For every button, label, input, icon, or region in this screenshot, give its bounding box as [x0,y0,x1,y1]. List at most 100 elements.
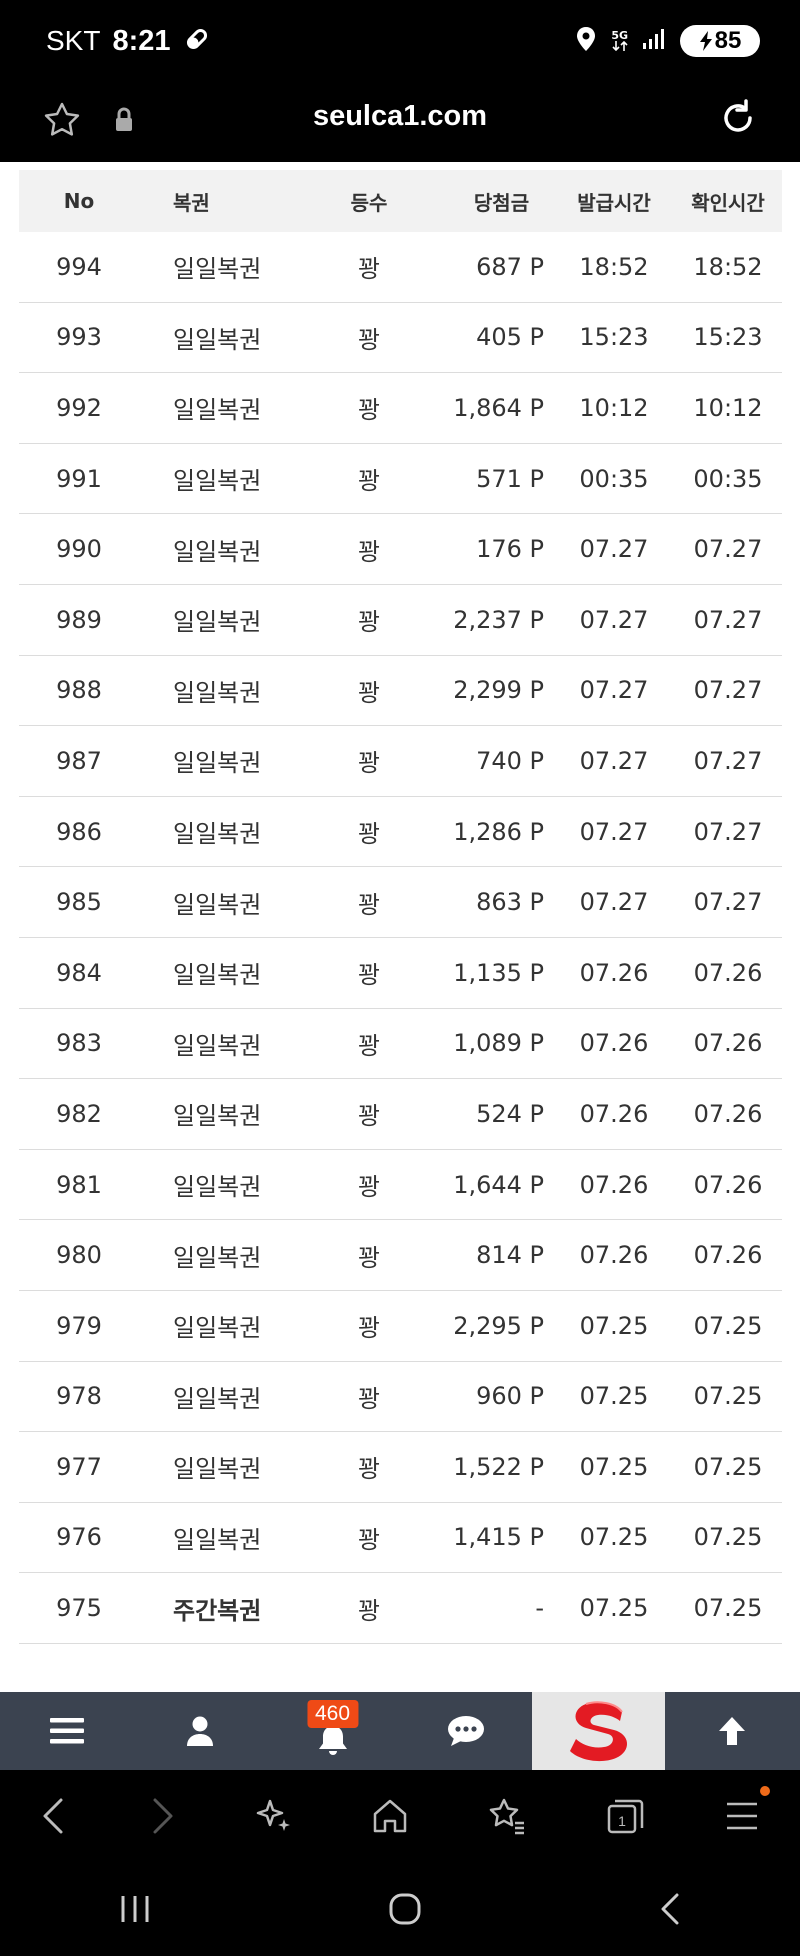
cell-no: 980 [56,1241,102,1270]
cell-lottery-name: 일일복권 [173,255,262,284]
cell-lottery-name: 일일복권 [173,749,262,778]
table-row: 977 일일복권 꽝 1,522 P 07.25 07.25 [19,1432,782,1503]
url-text[interactable]: seulca1.com [0,100,800,133]
scroll-top-button[interactable] [665,1692,798,1770]
notifications-button[interactable]: 460 [266,1692,399,1770]
cell-issued-time: 07.26 [579,1099,649,1128]
network-type: 5G [611,30,628,53]
cell-prize: 2,295 P [453,1311,544,1340]
cell-no: 982 [56,1099,102,1128]
cell-no: 975 [56,1594,102,1623]
site-logo-button[interactable] [532,1692,665,1770]
table-row: 993 일일복권 꽝 405 P 15:23 15:23 [19,303,782,374]
table-row: 985 일일복권 꽝 863 P 07.27 07.27 [19,867,782,938]
cell-lottery-name: 일일복권 [173,1314,262,1343]
menu-notification-dot [760,1786,770,1796]
cell-checked-time: 18:52 [693,252,763,281]
cell-lottery-name: 일일복권 [173,1525,262,1554]
address-bar: seulca1.com [0,82,800,162]
bell-icon [318,1726,347,1755]
cell-no: 989 [56,605,102,634]
cell-rank: 꽝 [357,749,381,778]
cell-checked-time: 07.25 [693,1452,763,1481]
system-back-icon[interactable] [655,1889,685,1933]
cell-issued-time: 07.26 [579,1029,649,1058]
cell-issued-time: 07.27 [579,676,649,705]
table-row: 981 일일복권 꽝 1,644 P 07.26 07.26 [19,1150,782,1221]
cell-no: 990 [56,535,102,564]
cell-checked-time: 07.26 [693,1099,763,1128]
table-row: 991 일일복권 꽝 571 P 00:35 00:35 [19,444,782,515]
cell-prize: 960 P [476,1382,544,1411]
profile-button[interactable] [133,1692,266,1770]
cell-checked-time: 07.27 [693,817,763,846]
home-icon[interactable] [371,1797,409,1839]
recent-apps-icon[interactable] [115,1892,155,1930]
carrier-label: SKT [46,25,101,56]
browser-menu-icon[interactable] [723,1799,761,1837]
cell-rank: 꽝 [357,961,381,990]
cell-prize: 1,135 P [453,958,544,987]
cell-prize: 1,415 P [453,1523,544,1552]
system-home-icon[interactable] [385,1889,425,1933]
cell-issued-time: 07.27 [579,746,649,775]
cell-prize: - [535,1594,544,1623]
cell-prize: 1,089 P [453,1029,544,1058]
back-icon[interactable] [39,1796,69,1840]
bookmarks-icon[interactable] [487,1797,527,1839]
cell-lottery-name: 일일복권 [173,678,262,707]
reload-icon[interactable] [716,96,760,144]
cell-issued-time: 15:23 [579,323,649,352]
sparkle-icon[interactable] [255,1797,293,1839]
chat-button[interactable] [399,1692,532,1770]
header-no: No [63,189,95,213]
status-bar: SKT 8:21 5G 85 [0,0,800,82]
cell-checked-time: 07.27 [693,535,763,564]
forward-icon[interactable] [147,1796,177,1840]
cell-no: 977 [56,1452,102,1481]
cell-issued-time: 07.25 [579,1452,649,1481]
menu-button[interactable] [0,1692,133,1770]
cell-prize: 863 P [476,888,544,917]
table-row: 982 일일복권 꽝 524 P 07.26 07.26 [19,1079,782,1150]
cell-rank: 꽝 [357,1173,381,1202]
table-row: 979 일일복권 꽝 2,295 P 07.25 07.25 [19,1291,782,1362]
cell-lottery-name: 일일복권 [173,1384,262,1413]
cell-checked-time: 07.27 [693,605,763,634]
cell-issued-time: 07.26 [579,958,649,987]
chat-icon [447,1716,484,1746]
cell-checked-time: 07.26 [693,1029,763,1058]
cell-rank: 꽝 [357,396,381,425]
cell-no: 984 [56,958,102,987]
cell-rank: 꽝 [357,1525,381,1554]
table-row: 976 일일복권 꽝 1,415 P 07.25 07.25 [19,1503,782,1574]
cell-prize: 814 P [476,1241,544,1270]
menu-icon [49,1718,84,1744]
cell-issued-time: 07.27 [579,888,649,917]
cell-issued-time: 07.25 [579,1382,649,1411]
tabs-icon[interactable]: 1 [605,1797,645,1839]
table-row: 992 일일복권 꽝 1,864 P 10:12 10:12 [19,373,782,444]
cell-issued-time: 07.25 [579,1311,649,1340]
site-bottom-nav: 460 [0,1692,800,1770]
cell-prize: 2,237 P [453,605,544,634]
cell-checked-time: 15:23 [693,323,763,352]
cell-prize: 524 P [476,1099,544,1128]
cell-rank: 꽝 [357,537,381,566]
battery-indicator: 85 [680,25,760,57]
cell-rank: 꽝 [357,1314,381,1343]
cell-lottery-name: 일일복권 [173,1455,262,1484]
cell-rank: 꽝 [357,325,381,354]
table-row: 994 일일복권 꽝 687 P 18:52 18:52 [19,232,782,303]
cell-checked-time: 07.27 [693,746,763,775]
table-row: 984 일일복권 꽝 1,135 P 07.26 07.26 [19,938,782,1009]
table-row: 986 일일복권 꽝 1,286 P 07.27 07.27 [19,797,782,868]
status-time: 8:21 [112,24,171,57]
cell-rank: 꽝 [357,1455,381,1484]
cell-issued-time: 07.25 [579,1523,649,1552]
cell-no: 988 [56,676,102,705]
cell-rank: 꽝 [357,467,381,496]
cell-rank: 꽝 [357,1596,381,1625]
cell-lottery-name: 일일복권 [173,1243,262,1272]
table-row: 975 주간복권 꽝 - 07.25 07.25 [19,1573,782,1644]
